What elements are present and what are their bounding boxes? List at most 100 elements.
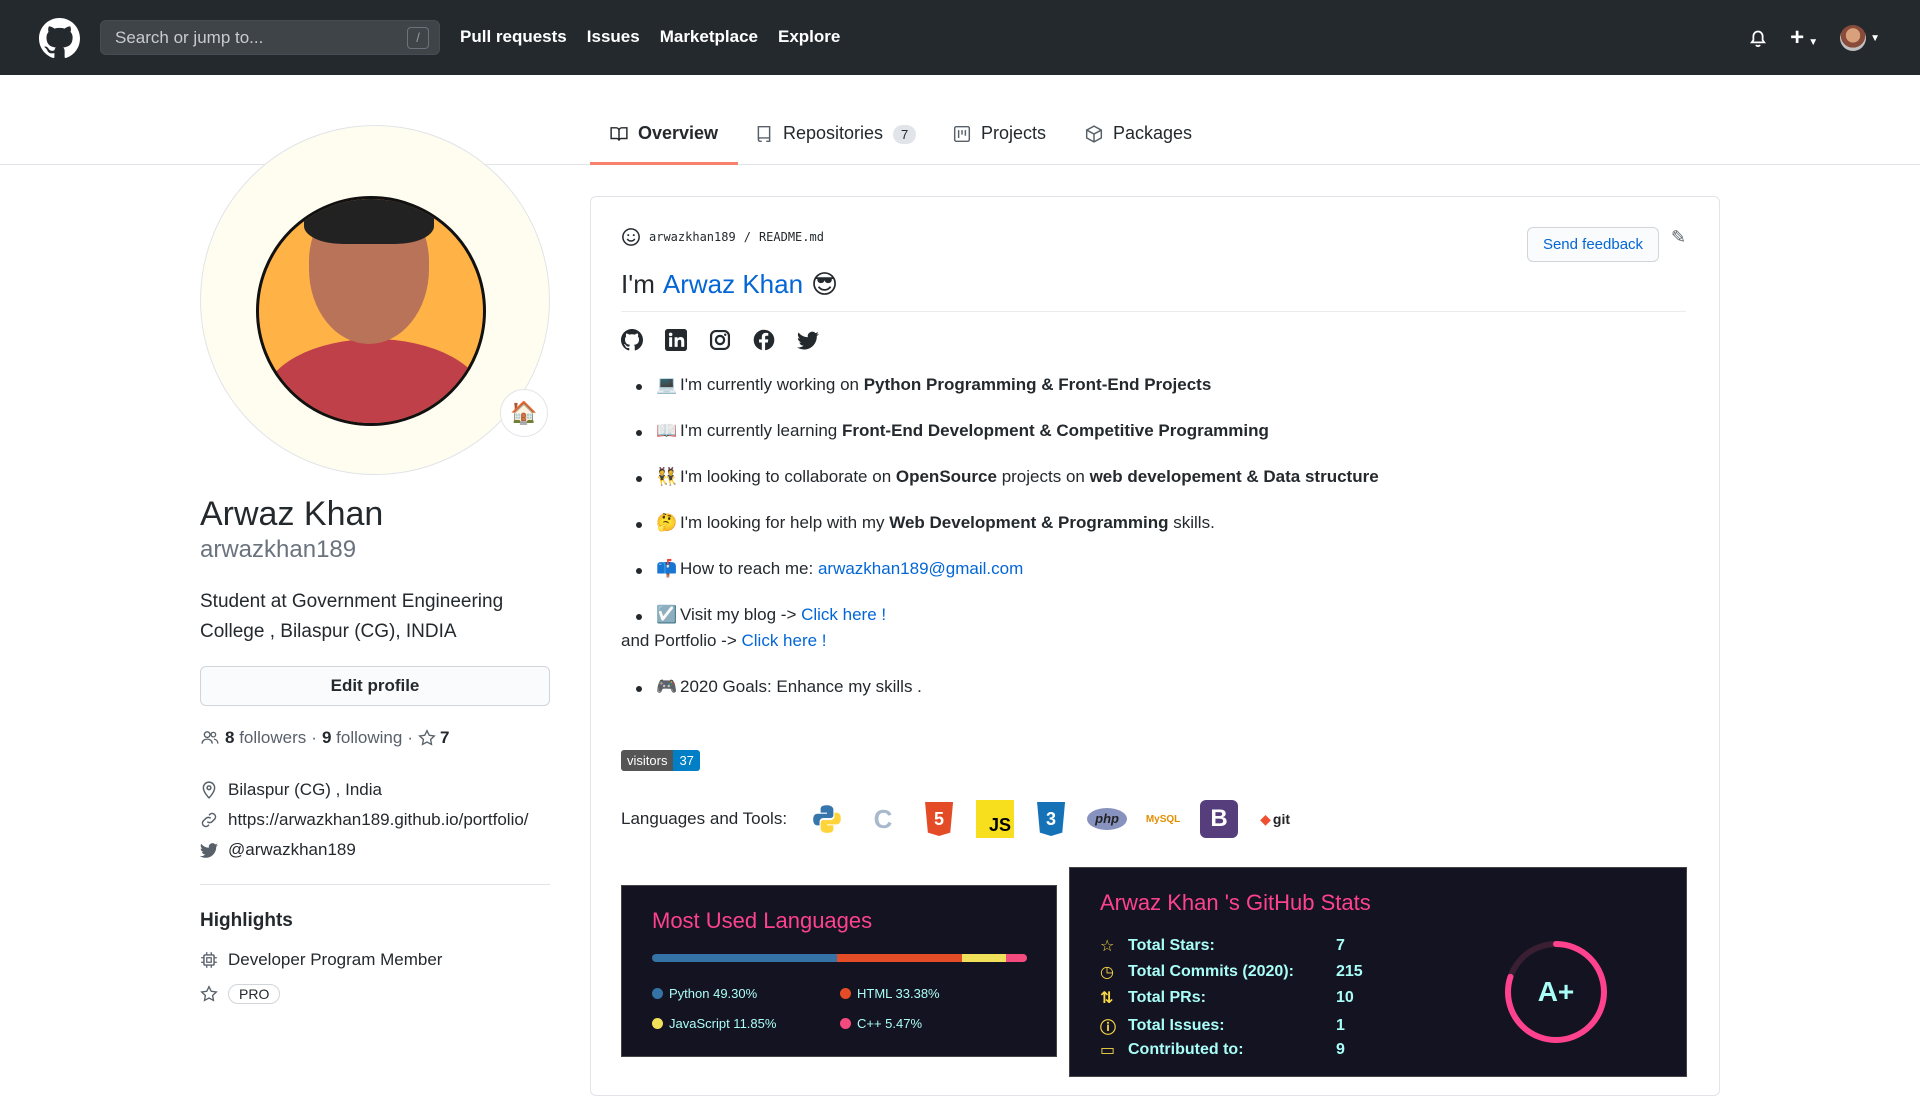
css3-icon[interactable]: 3 [1029, 797, 1073, 841]
php-icon[interactable]: php [1085, 797, 1129, 841]
html5-icon[interactable]: 5 [917, 797, 961, 841]
people-icon: 👯 [656, 467, 678, 486]
stat-label: Total Issues: [1128, 1017, 1225, 1034]
location-icon [202, 781, 216, 799]
avatar-photo [256, 196, 486, 426]
instagram-icon[interactable] [709, 329, 731, 351]
readme-path-separator: / [743, 230, 751, 244]
profile-avatar[interactable] [200, 125, 550, 475]
following-count: 9 [321, 728, 332, 747]
book-icon [610, 127, 628, 141]
bootstrap-icon[interactable]: B [1197, 797, 1241, 841]
stars-link[interactable]: 7 [418, 728, 449, 748]
chevron-down-icon: ▼ [1870, 32, 1880, 44]
user-menu-button[interactable]: ▼ [1840, 25, 1880, 51]
linkedin-icon[interactable] [665, 329, 687, 351]
edit-readme-button[interactable]: ✎ [1671, 227, 1686, 248]
bullet-text: projects on [996, 467, 1090, 486]
avatar-shirt [264, 339, 483, 423]
sunglasses-emoji: 😎 [811, 269, 839, 299]
list-item: 📫 How to reach me: arwazkhan189@gmail.com [621, 559, 1023, 579]
thinking-icon: 🤔 [656, 513, 678, 532]
email-link[interactable]: arwazkhan189@gmail.com [818, 559, 1023, 578]
package-icon [1085, 125, 1103, 143]
readme-file[interactable]: README.md [759, 230, 824, 244]
github-stats-card[interactable]: Arwaz Khan 's GitHub Stats ☆ Total Stars:… [1069, 867, 1687, 1077]
checkbox-icon: ☑️ [656, 605, 678, 624]
repo-icon [757, 125, 771, 143]
developer-program-label[interactable]: Developer Program Member [228, 950, 442, 970]
readme-path: arwazkhan189 / README.md [621, 227, 824, 247]
readme-user[interactable]: arwazkhan189 [649, 230, 736, 244]
tab-label: Overview [638, 123, 719, 143]
website-link[interactable]: https://arwazkhan189.github.io/portfolio… [228, 810, 529, 830]
nav-explore[interactable]: Explore [778, 27, 840, 47]
issue-icon: ⓘ [1100, 1020, 1117, 1037]
github-icon[interactable] [621, 329, 643, 351]
css3-glyph: 3 [1037, 802, 1066, 836]
edit-profile-button[interactable]: Edit profile [200, 666, 550, 706]
followers-link[interactable]: 8 followers [225, 728, 306, 748]
status-button[interactable]: 🏠 [500, 389, 548, 437]
languages-tools: Languages and Tools: C 5 JS 3 php MySQL … [621, 797, 1297, 841]
javascript-color-dot [652, 1018, 663, 1029]
language-label: C++ 5.47% [857, 1016, 923, 1031]
highlights-heading: Highlights [200, 910, 293, 931]
stat-total-prs: ⇅ Total PRs: 10 [1100, 988, 1354, 1008]
list-item: 💻 I'm currently working on Python Program… [621, 375, 1211, 395]
stat-label: Contributed to: [1128, 1041, 1244, 1058]
profile-fullname: Arwaz Khan [200, 495, 384, 533]
avatar [1840, 25, 1867, 51]
website-item: https://arwazkhan189.github.io/portfolio… [200, 810, 529, 830]
portfolio-link[interactable]: Click here ! [742, 631, 827, 650]
laptop-icon: 💻 [656, 375, 678, 394]
tab-label: Packages [1113, 123, 1193, 143]
bullet-text: Visit my blog -> [680, 605, 802, 624]
facebook-icon[interactable] [753, 329, 775, 351]
github-logo-icon[interactable] [39, 18, 80, 59]
nav-marketplace[interactable]: Marketplace [660, 27, 758, 47]
following-link[interactable]: 9 following [322, 728, 402, 748]
most-used-languages-card[interactable]: Most Used Languages Python 49.30% HTML 3… [621, 885, 1057, 1057]
stat-value: 10 [1336, 989, 1354, 1006]
book-icon: 📖 [656, 421, 678, 440]
twitter-handle[interactable]: @arwazkhan189 [228, 840, 356, 860]
bullet-text: I'm currently working on [680, 375, 864, 394]
tab-repositories[interactable]: Repositories 7 [755, 123, 917, 165]
follow-stats: 8 followers · 9 following · 7 [200, 728, 449, 748]
python-icon[interactable] [805, 797, 849, 841]
title-name: Arwaz Khan [662, 269, 804, 299]
stat-contributed-to: ▭ Contributed to: 9 [1100, 1040, 1345, 1060]
create-new-button[interactable]: + ▼ [1790, 24, 1818, 52]
blog-link[interactable]: Click here ! [801, 605, 886, 624]
bell-icon[interactable] [1748, 27, 1768, 49]
nav-pull-requests[interactable]: Pull requests [460, 27, 567, 47]
stat-value: 7 [1336, 937, 1345, 954]
c-icon[interactable]: C [861, 797, 905, 841]
language-label: Python 49.30% [669, 986, 758, 1001]
language-item-cpp: C++ 5.47% [840, 1016, 922, 1031]
followers-label: followers [239, 728, 307, 747]
stat-total-commits: ◷ Total Commits (2020): 215 [1100, 962, 1363, 982]
search-input[interactable]: Search or jump to... / [100, 20, 440, 55]
visitors-badge[interactable]: visitors 37 [621, 750, 700, 771]
mysql-icon[interactable]: MySQL [1141, 797, 1185, 841]
language-item-javascript: JavaScript 11.85% [652, 1016, 776, 1031]
send-feedback-button[interactable]: Send feedback [1527, 227, 1659, 262]
bullet-bold: web developement & Data structure [1089, 467, 1379, 486]
pr-icon: ⇅ [1100, 990, 1114, 1007]
git-icon[interactable]: ◆ git [1253, 797, 1297, 841]
nav-issues[interactable]: Issues [587, 27, 640, 47]
twitter-icon[interactable] [797, 329, 819, 351]
cpp-color-dot [840, 1018, 851, 1029]
javascript-icon[interactable]: JS [973, 797, 1017, 841]
following-label: following [336, 728, 403, 747]
tab-overview[interactable]: Overview [590, 123, 739, 165]
stat-total-issues: ⓘ Total Issues: 1 [1100, 1014, 1345, 1038]
title-prefix: I'm [621, 269, 655, 299]
visitors-count: 37 [673, 750, 700, 771]
tab-packages[interactable]: Packages [1085, 123, 1192, 165]
separator-dot: · [407, 728, 413, 747]
language-label: HTML 33.38% [857, 986, 940, 1001]
tab-projects[interactable]: Projects [953, 123, 1046, 165]
